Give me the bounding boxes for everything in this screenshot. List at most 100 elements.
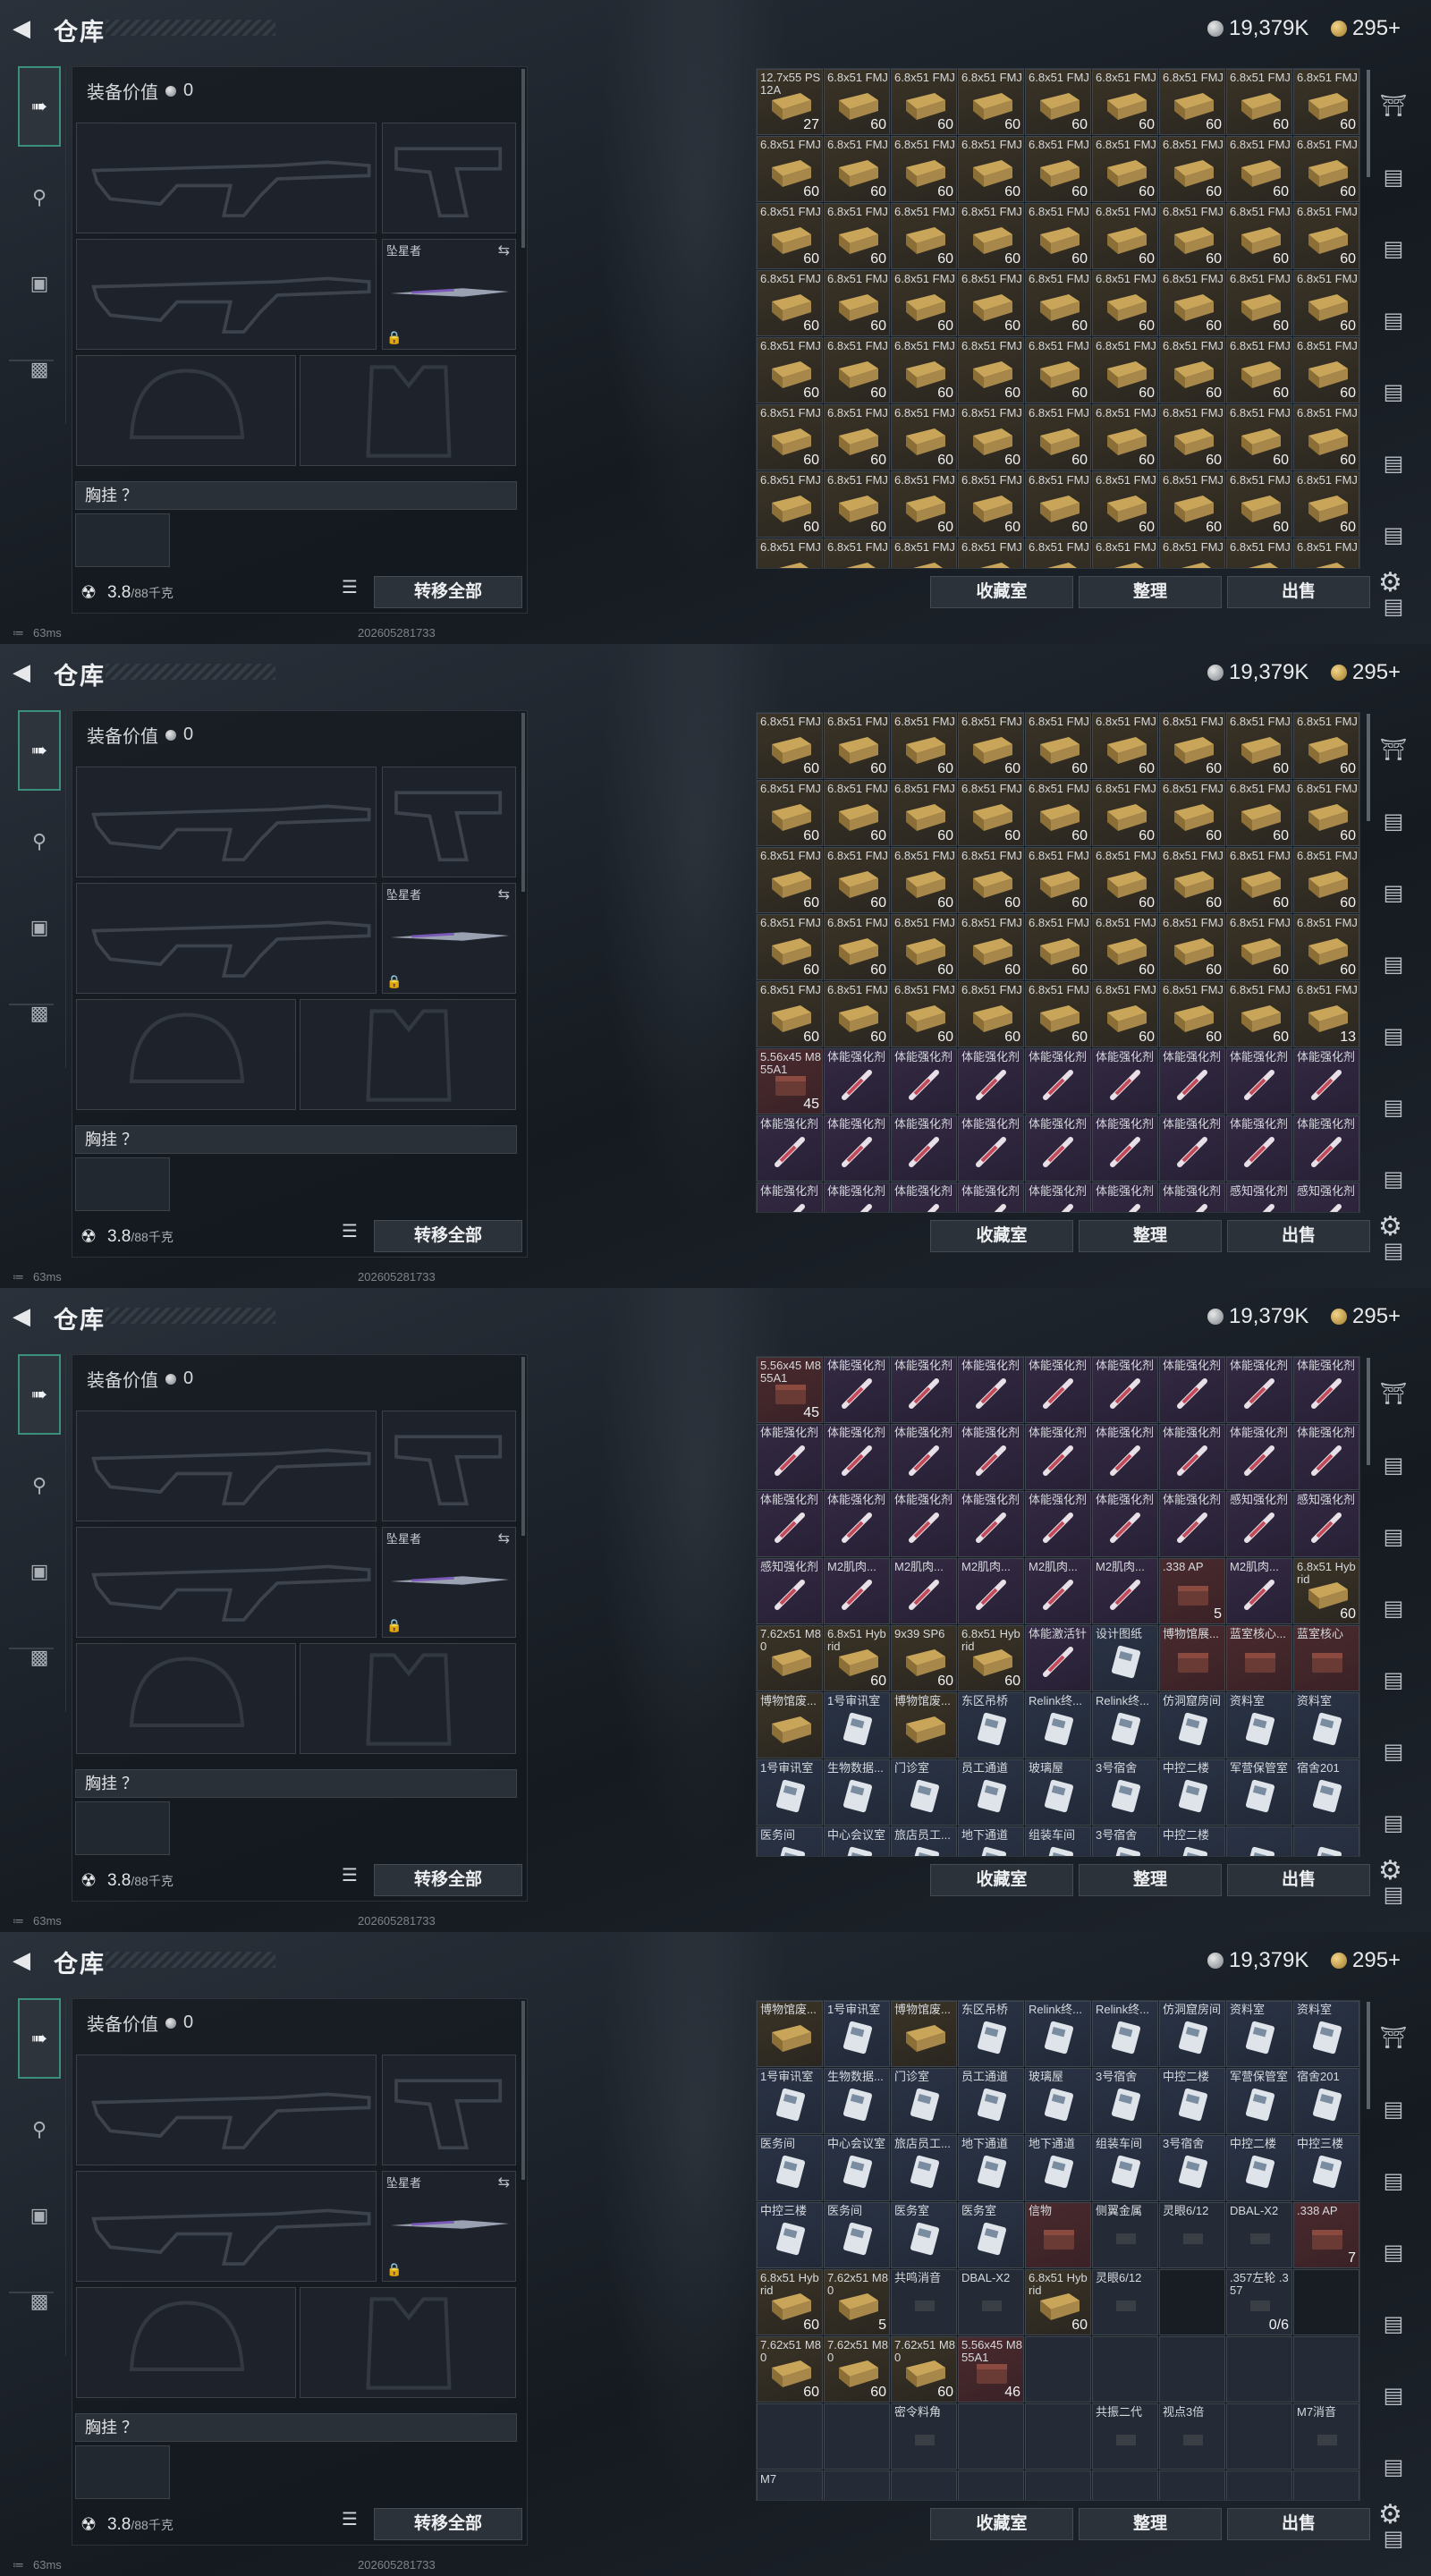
- vault-tab-icon[interactable]: ⛩: [1374, 2018, 1413, 2057]
- inventory-item[interactable]: 6.8x51 FMJ 60: [1226, 270, 1292, 336]
- case-tab[interactable]: ▩: [18, 329, 61, 410]
- ammo-tab-icon[interactable]: ▤: [1374, 1088, 1413, 1127]
- sort-button[interactable]: 整理: [1079, 1864, 1222, 1896]
- inventory-item[interactable]: 6.8x51 FMJ 60: [958, 847, 1024, 913]
- transfer-all-button[interactable]: 转移全部: [374, 1220, 522, 1252]
- inventory-item[interactable]: 6.8x51 FMJ 60: [1293, 780, 1359, 846]
- inventory-item[interactable]: 医务间: [757, 1826, 823, 1856]
- inventory-item[interactable]: 6.8x51 FMJ 60: [1293, 471, 1359, 538]
- backpack-tab[interactable]: ▣: [18, 243, 61, 324]
- inventory-item[interactable]: 共鸣消音: [891, 2269, 957, 2335]
- inventory-item[interactable]: 东区吊桥: [958, 1692, 1024, 1758]
- inventory-item[interactable]: 视点3倍: [1159, 2403, 1225, 2470]
- medical-tab-icon[interactable]: ▤: [1374, 1159, 1413, 1199]
- inventory-item[interactable]: 旅店员工...: [891, 1826, 957, 1856]
- inventory-item[interactable]: 体能强化剂: [1159, 1357, 1225, 1423]
- inventory-item[interactable]: 6.8x51 FMJ 60: [1226, 404, 1292, 470]
- inventory-item[interactable]: Relink终...: [1092, 2001, 1158, 2067]
- shotgun-tab-icon[interactable]: ▤: [1374, 2233, 1413, 2272]
- inventory-item[interactable]: 6.8x51 FMJ 60: [1226, 203, 1292, 269]
- inventory-item[interactable]: 6.8x51 FMJ 60: [824, 69, 890, 135]
- inventory-item[interactable]: 6.8x51 FMJ 60: [958, 471, 1024, 538]
- inventory-item[interactable]: M7: [757, 2470, 823, 2500]
- inventory-item[interactable]: 6.8x51 FMJ 60: [1159, 337, 1225, 403]
- inventory-item[interactable]: 6.8x51 FMJ 60: [891, 780, 957, 846]
- inventory-item[interactable]: M7消音: [1293, 2403, 1359, 2470]
- inventory-grid[interactable]: 5.56x45 M855A1 45 体能强化剂 体能强化剂 体能强化剂 体能强化剂 体能强化…: [756, 1356, 1360, 1857]
- inventory-item[interactable]: 6.8x51 FMJ 60: [891, 337, 957, 403]
- sort-button[interactable]: 整理: [1079, 576, 1222, 608]
- inventory-item[interactable]: 体能强化剂: [824, 1048, 890, 1114]
- inventory-item[interactable]: 宿舍201: [1293, 1759, 1359, 1826]
- inventory-item[interactable]: 6.8x51 FMJ 60: [891, 713, 957, 779]
- list-icon[interactable]: ☰: [338, 576, 361, 603]
- armor-slot[interactable]: [300, 355, 516, 466]
- inventory-item[interactable]: 体能强化剂: [1226, 1048, 1292, 1114]
- inventory-item[interactable]: 宿舍201: [1293, 2068, 1359, 2134]
- backpack-tab[interactable]: ▣: [18, 1531, 61, 1612]
- inventory-item[interactable]: 6.8x51 FMJ 60: [1092, 270, 1158, 336]
- inventory-item[interactable]: 6.8x51 FMJ: [1293, 538, 1359, 568]
- inventory-item[interactable]: 体能强化剂: [1293, 1048, 1359, 1114]
- inventory-item[interactable]: 蓝室核心: [1293, 1625, 1359, 1691]
- inventory-item[interactable]: 6.8x51 FMJ 60: [1092, 471, 1158, 538]
- inventory-item[interactable]: 6.8x51 FMJ 60: [824, 914, 890, 980]
- swap-icon[interactable]: ⇆: [498, 2174, 510, 2191]
- lmg-tab-icon[interactable]: ▤: [1374, 1660, 1413, 1699]
- inventory-item[interactable]: 中心会议室: [824, 2135, 890, 2201]
- inventory-item[interactable]: 1号审讯室: [757, 2068, 823, 2134]
- inventory-item[interactable]: 员工通道: [958, 1759, 1024, 1826]
- inventory-item[interactable]: 6.8x51 FMJ 60: [1092, 847, 1158, 913]
- inventory-item[interactable]: [1025, 2403, 1091, 2470]
- inventory-item[interactable]: 体能强化剂: [1025, 1424, 1091, 1490]
- inventory-item[interactable]: 体能强化剂: [891, 1115, 957, 1182]
- ammo-tab-icon[interactable]: ▤: [1374, 444, 1413, 483]
- inventory-item[interactable]: 中控二楼: [1159, 1759, 1225, 1826]
- shotgun-tab-icon[interactable]: ▤: [1374, 301, 1413, 340]
- inventory-item[interactable]: 6.8x51 FMJ: [757, 538, 823, 568]
- inventory-item[interactable]: 6.8x51 FMJ 60: [1092, 404, 1158, 470]
- inventory-item[interactable]: 7.62x51 M80 60: [891, 2336, 957, 2402]
- inventory-item[interactable]: [757, 2403, 823, 2470]
- inventory-item[interactable]: 军营保管室: [1226, 2068, 1292, 2134]
- inventory-item[interactable]: [1092, 2336, 1158, 2402]
- inventory-item[interactable]: 体能强化剂: [1159, 1182, 1225, 1212]
- inventory-item[interactable]: 体能强化剂: [1025, 1115, 1091, 1182]
- inventory-item[interactable]: 体能强化剂: [1025, 1491, 1091, 1557]
- inventory-item[interactable]: 体能强化剂: [1025, 1182, 1091, 1212]
- inventory-item[interactable]: 体能强化剂: [1159, 1115, 1225, 1182]
- inventory-item[interactable]: 资料室: [1226, 1692, 1292, 1758]
- inventory-item[interactable]: [891, 2470, 957, 2500]
- inventory-item[interactable]: 6.8x51 FMJ 60: [1159, 404, 1225, 470]
- transfer-all-button[interactable]: 转移全部: [374, 2508, 522, 2540]
- inventory-item[interactable]: 6.8x51 FMJ 60: [1159, 136, 1225, 202]
- inventory-item[interactable]: 体能强化剂: [958, 1048, 1024, 1114]
- inventory-item[interactable]: 体能强化剂: [1092, 1115, 1158, 1182]
- inventory-item[interactable]: 体能激活针: [1025, 1625, 1091, 1691]
- inventory-item[interactable]: [958, 2470, 1024, 2500]
- inventory-item[interactable]: 3号宿舍: [1092, 2068, 1158, 2134]
- inventory-item[interactable]: 设计图纸: [1092, 1625, 1158, 1691]
- inventory-item[interactable]: 博物馆废...: [757, 2001, 823, 2067]
- melee-slot[interactable]: 坠星者 ⇆ 🔒: [382, 2171, 516, 2282]
- inventory-item[interactable]: 员工通道: [958, 2068, 1024, 2134]
- collection-button[interactable]: 收藏室: [930, 576, 1073, 608]
- inventory-item[interactable]: 6.8x51 FMJ 60: [1159, 914, 1225, 980]
- gold-currency[interactable]: 295+: [1331, 16, 1401, 41]
- inventory-item[interactable]: 6.8x51 FMJ 60: [1159, 981, 1225, 1047]
- inventory-item[interactable]: 6.8x51 FMJ: [891, 538, 957, 568]
- melee-slot[interactable]: 坠星者 ⇆ 🔒: [382, 1527, 516, 1638]
- inventory-item[interactable]: 体能强化剂: [891, 1357, 957, 1423]
- inventory-item[interactable]: 体能强化剂: [757, 1115, 823, 1182]
- inventory-item[interactable]: 7.62x51 M80 5: [824, 2269, 890, 2335]
- lmg-tab-icon[interactable]: ▤: [1374, 2304, 1413, 2343]
- helmet-slot[interactable]: [76, 1643, 296, 1754]
- inventory-item[interactable]: 地下通道: [1025, 2135, 1091, 2201]
- inventory-item[interactable]: 6.8x51 FMJ 60: [1159, 270, 1225, 336]
- inventory-item[interactable]: 6.8x51 FMJ 60: [824, 404, 890, 470]
- melee-slot[interactable]: 坠星者 ⇆ 🔒: [382, 239, 516, 350]
- inventory-item[interactable]: 6.8x51 FMJ 60: [1159, 69, 1225, 135]
- transfer-all-button[interactable]: 转移全部: [374, 576, 522, 608]
- transfer-all-button[interactable]: 转移全部: [374, 1864, 522, 1896]
- inventory-item[interactable]: 6.8x51 FMJ 60: [824, 713, 890, 779]
